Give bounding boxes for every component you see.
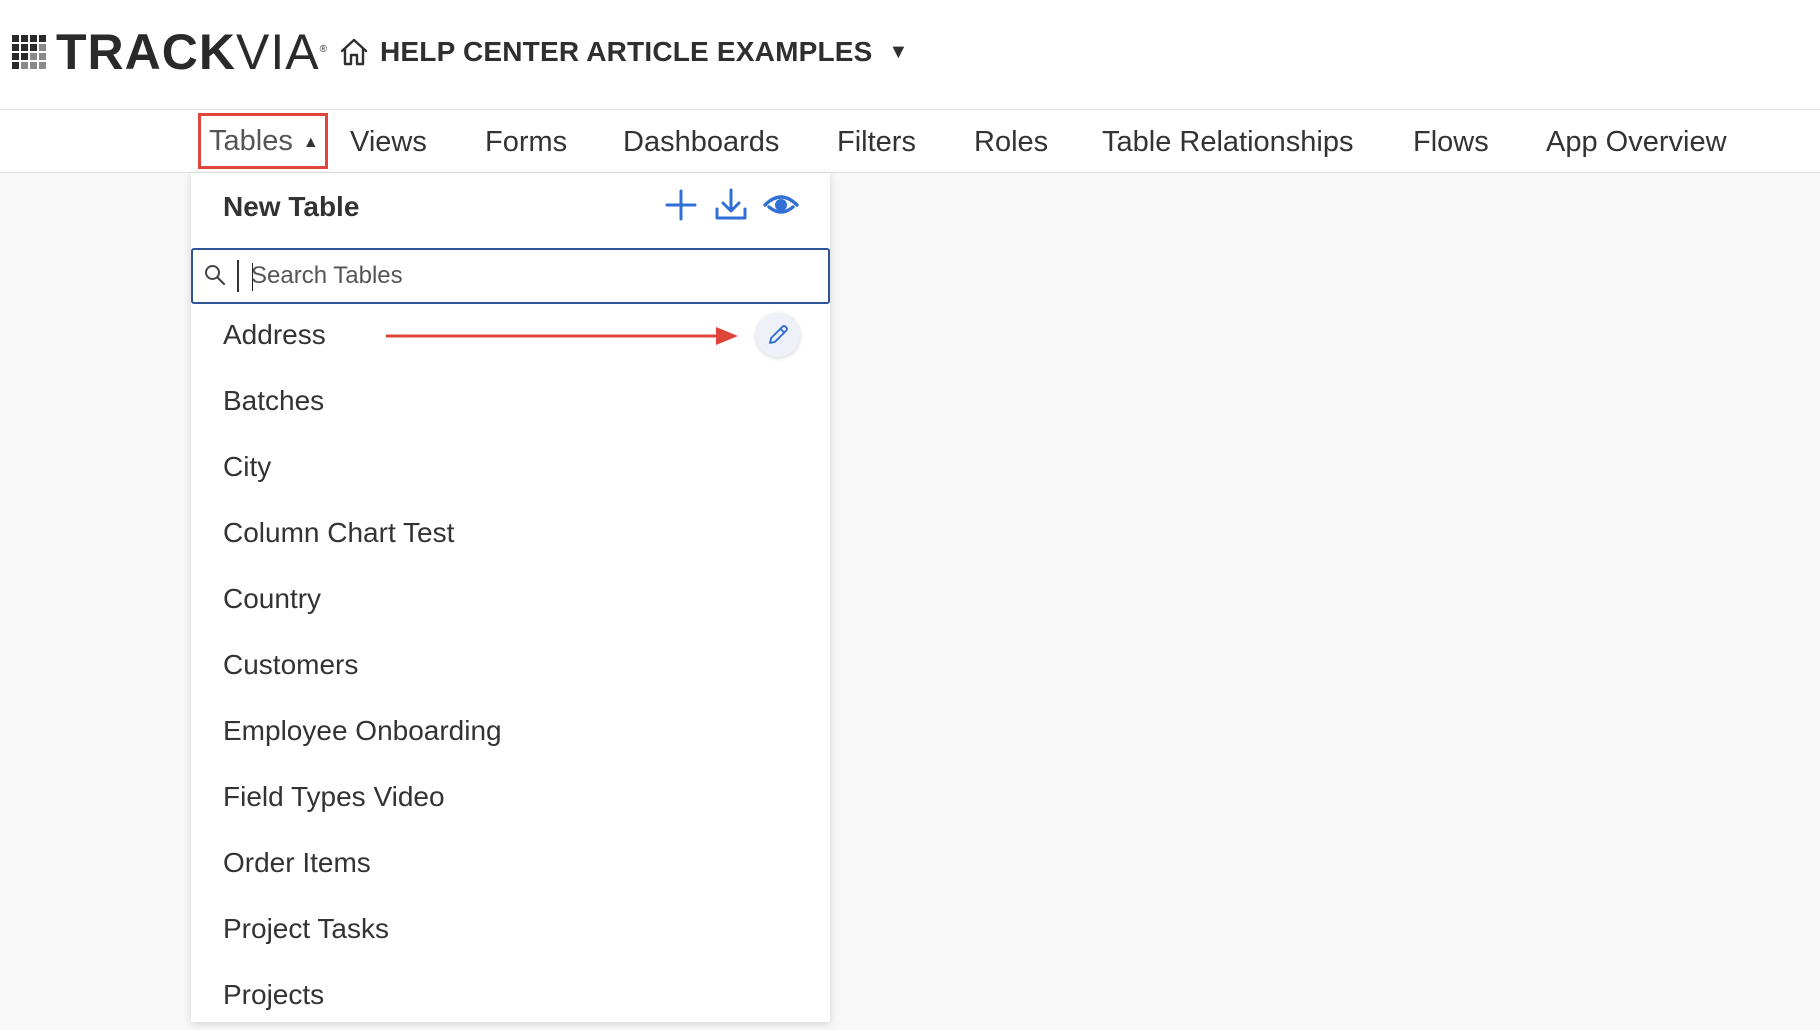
- tab-flows[interactable]: Flows: [1413, 122, 1489, 162]
- table-item-batches[interactable]: Batches: [191, 370, 830, 436]
- edit-table-button[interactable]: [756, 313, 800, 357]
- table-item-project-tasks[interactable]: Project Tasks: [191, 898, 830, 964]
- plus-icon[interactable]: [661, 185, 701, 225]
- pencil-icon: [769, 325, 788, 344]
- search-tables-input[interactable]: [251, 258, 811, 294]
- table-item-field-types-video[interactable]: Field Types Video: [191, 766, 830, 832]
- trackvia-logo[interactable]: TRACKVIA®: [12, 24, 328, 80]
- table-list: Address Batches City Column Chart Test C…: [191, 304, 830, 1030]
- annotation-arrow: [386, 327, 738, 345]
- tab-views[interactable]: Views: [350, 122, 427, 162]
- search-tables-field[interactable]: [191, 248, 830, 304]
- tab-forms[interactable]: Forms: [485, 122, 567, 162]
- table-item-customers[interactable]: Customers: [191, 634, 830, 700]
- visibility-icon[interactable]: [761, 185, 801, 225]
- main-nav: Tables ▲ Views Forms Dashboards Filters R…: [0, 110, 1820, 173]
- text-cursor: [252, 263, 253, 291]
- download-icon[interactable]: [711, 185, 751, 225]
- tab-tables[interactable]: Tables ▲: [198, 113, 328, 169]
- table-item-column-chart-test[interactable]: Column Chart Test: [191, 502, 830, 568]
- table-item-order-items[interactable]: Order Items: [191, 832, 830, 898]
- home-icon: [340, 38, 368, 66]
- caret-up-icon: ▲: [302, 134, 319, 151]
- tab-filters[interactable]: Filters: [837, 122, 916, 162]
- tab-roles[interactable]: Roles: [974, 122, 1048, 162]
- table-item-label: Address: [223, 319, 326, 350]
- tab-app-overview[interactable]: App Overview: [1546, 122, 1727, 162]
- table-item-employee-onboarding[interactable]: Employee Onboarding: [191, 700, 830, 766]
- table-item-country[interactable]: Country: [191, 568, 830, 634]
- logo-grid-icon: [12, 35, 46, 69]
- table-item-address[interactable]: Address: [191, 304, 830, 370]
- search-divider: [237, 260, 239, 292]
- search-icon: [205, 265, 226, 286]
- table-item-city[interactable]: City: [191, 436, 830, 502]
- dropdown-header: New Table: [191, 173, 830, 245]
- tab-table-relationships[interactable]: Table Relationships: [1102, 122, 1353, 162]
- new-table-button[interactable]: New Table: [223, 191, 359, 223]
- app-title: HELP CENTER ARTICLE EXAMPLES: [380, 36, 873, 67]
- chevron-down-icon: ▼: [888, 40, 909, 63]
- app-switcher[interactable]: HELP CENTER ARTICLE EXAMPLES ▼: [338, 36, 908, 68]
- logo-wordmark: TRACKVIA®: [56, 24, 328, 80]
- tables-dropdown: New Table Address: [191, 173, 830, 1022]
- app-header: TRACKVIA® HELP CENTER ARTICLE EXAMPLES ▼: [0, 0, 1820, 110]
- table-item-projects[interactable]: Projects: [191, 964, 830, 1030]
- tab-dashboards[interactable]: Dashboards: [623, 122, 779, 162]
